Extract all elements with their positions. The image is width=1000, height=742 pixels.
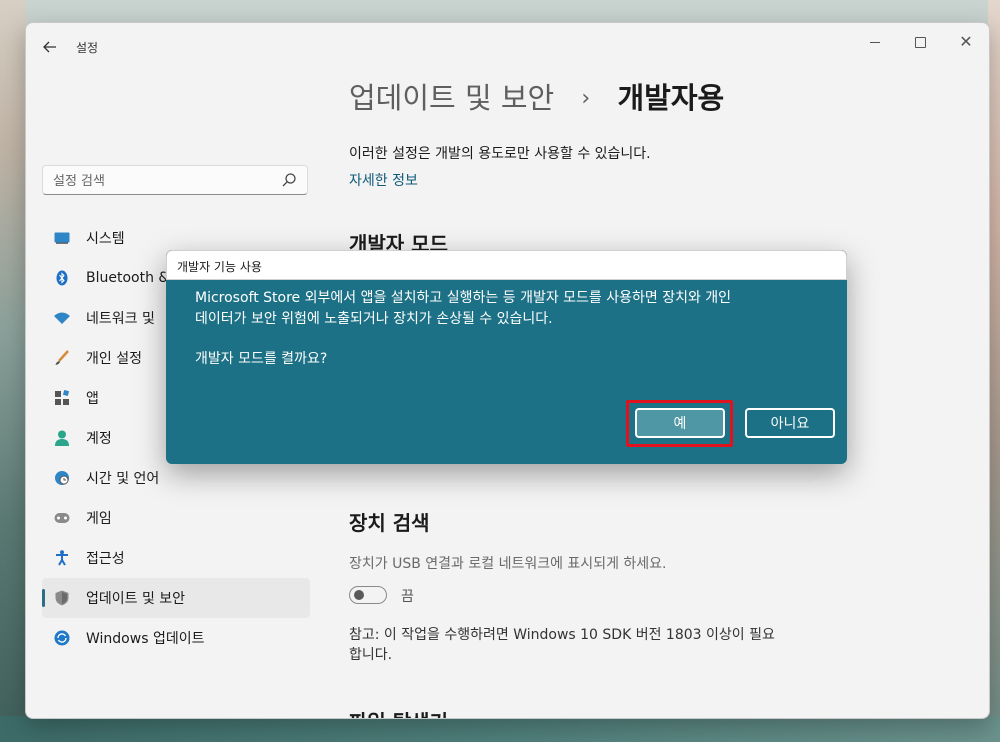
device-discovery-heading: 장치 검색 [349, 511, 430, 535]
dialog-question: 개발자 모드를 켤까요? [195, 351, 328, 367]
sidebar-item-label: Bluetooth & [86, 270, 170, 286]
settings-search[interactable] [42, 165, 308, 195]
search-input[interactable] [51, 171, 275, 191]
shield-icon [54, 590, 70, 606]
sidebar-item-accessibility[interactable]: 접근성 [42, 538, 310, 578]
sidebar-item-label: 업데이트 및 보안 [86, 591, 186, 607]
desktop-wallpaper-left [0, 0, 26, 742]
toggle-knob [354, 590, 364, 600]
sidebar-item-label: 시간 및 언어 [86, 471, 160, 487]
back-button[interactable] [38, 35, 62, 59]
monitor-icon [54, 230, 70, 246]
bluetooth-icon [54, 270, 70, 286]
arrow-left-icon [43, 41, 56, 53]
dialog-message-line2: 데이터가 보안 위험에 노출되거나 장치가 손상될 수 있습니다. [195, 311, 553, 327]
dialog-message: Microsoft Store 외부에서 앱을 설치하고 실행하는 등 개발자 … [195, 288, 825, 330]
sidebar-item-label: 시스템 [86, 231, 125, 247]
toggle-state-label: 끔 [401, 589, 414, 605]
page-description: 이러한 설정은 개발의 용도로만 사용할 수 있습니다. [349, 146, 651, 162]
sidebar-item-label: 네트워크 및 [86, 311, 155, 327]
accessibility-icon [54, 550, 70, 566]
brush-icon [54, 350, 70, 366]
file-explorer-heading: 파일 탐색기 [349, 706, 448, 718]
device-discovery-toggle[interactable] [349, 586, 387, 604]
sidebar-item-time-language[interactable]: 시간 및 언어 [42, 458, 310, 498]
sidebar-item-label: 계정 [86, 431, 112, 447]
sync-icon [54, 630, 70, 646]
dialog-message-line1: Microsoft Store 외부에서 앱을 설치하고 실행하는 등 개발자 … [195, 290, 732, 306]
dialog-title-bar: 개발자 기능 사용 [166, 250, 847, 280]
apps-icon [54, 390, 70, 406]
dialog-title: 개발자 기능 사용 [177, 260, 262, 274]
sdk-note-line1: 참고: 이 작업을 수행하려면 Windows 10 SDK 버전 1803 이… [349, 627, 775, 643]
clock-globe-icon [54, 470, 70, 486]
sidebar-item-label: 개인 설정 [86, 351, 142, 367]
learn-more-link[interactable]: 자세한 정보 [349, 170, 418, 190]
sidebar-item-gaming[interactable]: 게임 [42, 498, 310, 538]
yes-button[interactable]: 예 [635, 408, 725, 438]
developer-mode-dialog: 개발자 기능 사용 Microsoft Store 외부에서 앱을 설치하고 실… [166, 250, 847, 464]
sidebar-item-label: 게임 [86, 511, 112, 527]
wifi-icon [54, 310, 70, 326]
sdk-note-line2: 합니다. [349, 647, 393, 663]
sdk-note: 참고: 이 작업을 수행하려면 Windows 10 SDK 버전 1803 이… [349, 625, 809, 665]
breadcrumb-parent[interactable]: 업데이트 및 보안 [349, 81, 554, 115]
gamepad-icon [54, 510, 70, 526]
breadcrumb-separator-icon: › [581, 86, 591, 111]
sidebar-item-update-security[interactable]: 업데이트 및 보안 [42, 578, 310, 618]
desktop-wallpaper-bottom [0, 716, 1000, 742]
device-discovery-description: 장치가 USB 연결과 로컬 네트워크에 표시되게 하세요. [349, 556, 667, 572]
person-icon [54, 430, 70, 446]
sidebar-item-windows-update[interactable]: Windows 업데이트 [42, 618, 310, 658]
sidebar-item-label: 앱 [86, 391, 99, 407]
sidebar-item-label: 접근성 [86, 551, 125, 567]
page-title: 개발자용 [617, 81, 725, 115]
sidebar-item-label: Windows 업데이트 [86, 631, 205, 647]
app-title: 설정 [76, 41, 99, 55]
search-icon [282, 173, 296, 187]
no-button[interactable]: 아니요 [745, 408, 835, 438]
breadcrumb: 업데이트 및 보안 › 개발자용 [349, 75, 724, 117]
